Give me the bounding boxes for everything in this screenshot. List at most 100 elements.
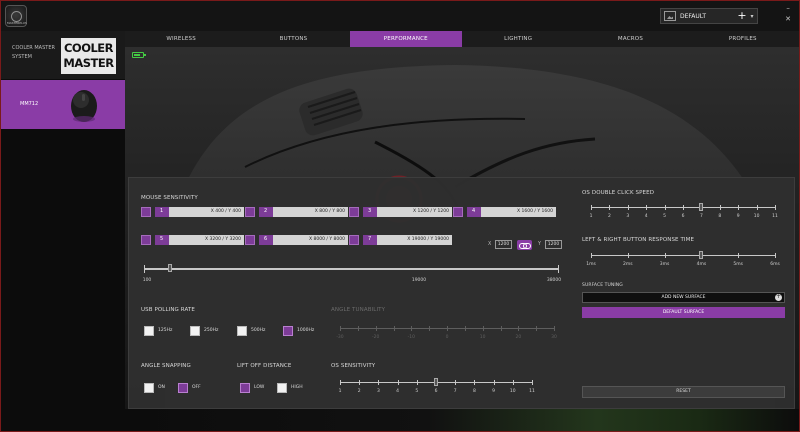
- battery-level-fill: [134, 54, 141, 56]
- dpi-slider-track[interactable]: [144, 268, 558, 270]
- response-time-track[interactable]: [591, 255, 775, 256]
- os-sensitivity-tick-label: 4: [396, 389, 400, 394]
- dpi-level-checkbox[interactable]: [245, 235, 255, 245]
- dpi-level-2[interactable]: 2 X 800 / Y 800: [245, 207, 348, 217]
- dpi-level-6[interactable]: 6 X 8000 / Y 8000: [245, 235, 348, 245]
- double-click-handle[interactable]: [699, 203, 704, 211]
- chevron-down-icon[interactable]: ▾: [747, 13, 757, 20]
- double-click-tick-label: 3: [626, 214, 630, 219]
- os-sensitivity-handle[interactable]: [434, 378, 438, 386]
- device-item-mm712[interactable]: MM712: [1, 80, 125, 129]
- double-click-tick-label: 4: [644, 214, 648, 219]
- dpi-x-label: X: [488, 242, 492, 247]
- dpi-level-1[interactable]: 1 X 400 / Y 400: [141, 207, 244, 217]
- os-sensitivity-tick-label: 10: [509, 389, 516, 394]
- dpi-slider-handle[interactable]: [168, 264, 173, 272]
- logo-line-1: COOLER: [63, 41, 114, 55]
- os-sensitivity-tick-label: 8: [472, 389, 476, 394]
- double-click-tick-label: 8: [718, 214, 722, 219]
- radio-box[interactable]: [178, 383, 188, 393]
- os-sensitivity-tick: [397, 380, 399, 385]
- double-click-tick-label: 1: [589, 214, 593, 219]
- app-logo-text: MASTERPLUS: [7, 21, 27, 25]
- radio-box[interactable]: [237, 326, 247, 336]
- radio-box[interactable]: [144, 326, 154, 336]
- angle-tunability-tick: [554, 326, 555, 331]
- response-time-tick: [591, 253, 592, 258]
- double-click-tick: [591, 205, 592, 210]
- dpi-level-checkbox[interactable]: [349, 207, 359, 217]
- device-label: MM712: [20, 101, 39, 107]
- tab-performance[interactable]: PERFORMANCE: [349, 31, 462, 47]
- tab-macros[interactable]: MACROS: [574, 31, 686, 47]
- radio-box[interactable]: [240, 383, 250, 393]
- dpi-level-value: X 3200 / Y 3200: [205, 237, 241, 242]
- os-sensitivity-tick-label: 7: [453, 389, 457, 394]
- angle-tunability-tick-label: 30: [551, 335, 557, 340]
- radio-box[interactable]: [277, 383, 287, 393]
- add-surface-icon[interactable]: +: [775, 294, 782, 301]
- angle-tunability-tick-label: -30: [336, 335, 344, 340]
- angle-tunability-tick: [518, 326, 520, 331]
- response-time-tick-label: 4ms: [696, 262, 707, 267]
- angle-tunability-tick: [393, 326, 395, 331]
- tab-lighting[interactable]: LIGHTING: [462, 31, 574, 47]
- angle-tunability-tick: [375, 326, 377, 331]
- tab-profiles[interactable]: PROFILES: [687, 31, 799, 47]
- background-strip: [125, 409, 799, 431]
- default-surface-button[interactable]: DEFAULT SURFACE: [582, 307, 785, 318]
- response-time-tick-label: 6ms: [770, 262, 780, 267]
- dpi-level-4[interactable]: 4 X 1600 / Y 1600: [453, 207, 556, 217]
- masterplus-logo-icon[interactable]: MASTERPLUS: [5, 5, 27, 27]
- dpi-level-number: 4: [472, 208, 476, 214]
- dpi-level-7[interactable]: 7 X 19000 / Y 19000: [349, 235, 452, 245]
- dpi-level-value: X 800 / Y 800: [314, 209, 345, 214]
- dpi-level-checkbox[interactable]: [141, 235, 151, 245]
- add-new-surface-field[interactable]: ADD NEW SURFACE +: [582, 292, 785, 303]
- dpi-level-value: X 19000 / Y 19000: [407, 237, 449, 242]
- dpi-slider-end-tick: [558, 265, 559, 273]
- dpi-level-5[interactable]: 5 X 3200 / Y 3200: [141, 235, 244, 245]
- os-sensitivity-tick: [340, 380, 341, 385]
- os-sensitivity-tick: [378, 380, 380, 385]
- dpi-y-input[interactable]: 1200: [545, 240, 562, 249]
- profile-name: DEFAULT: [680, 12, 706, 20]
- minimize-button[interactable]: –: [786, 4, 790, 12]
- polling-option-label: 500Hz: [251, 328, 266, 333]
- double-click-tick-label: 11: [772, 214, 778, 219]
- os-sensitivity-tick-label: 5: [415, 389, 419, 394]
- dpi-level-3[interactable]: 3 X 1200 / Y 1200: [349, 207, 452, 217]
- dpi-level-checkbox[interactable]: [453, 207, 463, 217]
- dpi-level-checkbox[interactable]: [245, 207, 255, 217]
- os-sensitivity-tick-label: 1: [338, 389, 342, 394]
- os-sensitivity-tick: [493, 380, 495, 385]
- double-click-tick: [756, 205, 758, 210]
- lift-off-title: LIFT OFF DISTANCE: [237, 363, 292, 369]
- polling-option-label: 1000Hz: [297, 328, 315, 333]
- dpi-level-number: 1: [160, 208, 164, 214]
- sidebar: COOLER MASTER SYSTEM COOLER MASTER MM712: [1, 31, 125, 431]
- response-time-handle[interactable]: [699, 251, 704, 259]
- response-time-title: LEFT & RIGHT BUTTON RESPONSE TIME: [582, 237, 695, 243]
- tab-wireless[interactable]: WIRELESS: [125, 31, 237, 47]
- tab-buttons[interactable]: BUTTONS: [237, 31, 349, 47]
- os-sensitivity-tick-label: 9: [492, 389, 496, 394]
- xy-link-toggle-icon[interactable]: [517, 240, 532, 250]
- reset-button[interactable]: RESET: [582, 386, 785, 398]
- dpi-level-value: X 1600 / Y 1600: [517, 209, 553, 214]
- radio-box[interactable]: [283, 326, 293, 336]
- dpi-level-checkbox[interactable]: [141, 207, 151, 217]
- dpi-x-input[interactable]: 1200: [495, 240, 512, 249]
- dpi-level-checkbox[interactable]: [349, 235, 359, 245]
- double-click-tick: [775, 205, 776, 210]
- radio-box[interactable]: [190, 326, 200, 336]
- add-profile-button[interactable]: +: [737, 10, 747, 21]
- dpi-level-number: 3: [368, 208, 372, 214]
- radio-box[interactable]: [144, 383, 154, 393]
- close-button[interactable]: ✕: [785, 15, 791, 23]
- dpi-level-number: 2: [264, 208, 268, 214]
- angle-tunability-tick: [500, 326, 502, 331]
- profile-selector[interactable]: DEFAULT + ▾: [660, 8, 758, 24]
- double-click-tick-label: 6: [681, 214, 685, 219]
- os-sensitivity-tick: [474, 380, 476, 385]
